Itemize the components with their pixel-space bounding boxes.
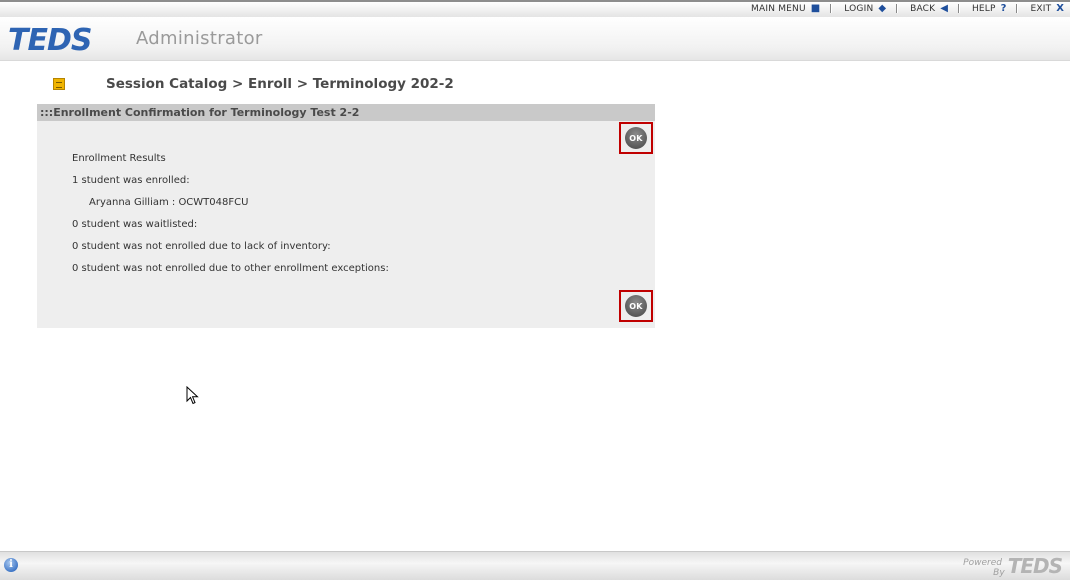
no-inventory-count: 0 student was not enrolled due to lack o…: [72, 241, 331, 252]
enrolled-count: 1 student was enrolled:: [72, 175, 190, 186]
back-arrow-icon: ◀: [940, 3, 948, 14]
main-menu-label: MAIN MENU: [751, 3, 806, 14]
nav-divider: [896, 4, 899, 13]
info-icon[interactable]: i: [4, 558, 18, 572]
help-icon: ?: [1000, 3, 1007, 14]
mouse-cursor-icon: [186, 386, 199, 405]
ok-button-bottom[interactable]: OK: [619, 290, 653, 322]
ok-button-label: OK: [625, 127, 647, 149]
breadcrumb: Session Catalog > Enroll > Terminology 2…: [106, 76, 454, 92]
footer-logo: TEDS: [1007, 554, 1063, 578]
login-label: LOGIN: [844, 3, 874, 14]
nav-divider: [830, 4, 833, 13]
close-icon: X: [1056, 3, 1064, 14]
back-label: BACK: [910, 3, 936, 14]
waitlisted-count: 0 student was waitlisted:: [72, 219, 198, 230]
help-link[interactable]: HELP ?: [972, 3, 1007, 14]
top-nav: MAIN MENU ■ LOGIN ◆ BACK ◀ HELP ? EXIT X: [751, 3, 1064, 14]
ok-button-label: OK: [625, 295, 647, 317]
login-link[interactable]: LOGIN ◆: [844, 3, 886, 14]
enrollment-results: Enrollment Results 1 student was enrolle…: [72, 153, 389, 285]
powered-by-text: Powered By: [963, 558, 1005, 578]
main-menu-icon: ■: [810, 3, 821, 14]
back-link[interactable]: BACK ◀: [910, 3, 948, 14]
exit-link[interactable]: EXIT X: [1030, 3, 1064, 14]
exit-label: EXIT: [1030, 3, 1052, 14]
powered-label: Powered: [963, 558, 1002, 568]
main-menu-link[interactable]: MAIN MENU ■: [751, 3, 820, 14]
top-nav-bar: MAIN MENU ■ LOGIN ◆ BACK ◀ HELP ? EXIT X: [0, 0, 1070, 17]
nav-divider: [957, 4, 960, 13]
login-icon: ◆: [878, 3, 887, 14]
ok-button-top[interactable]: OK: [619, 122, 653, 154]
app-header: TEDS Administrator: [0, 17, 1070, 61]
by-label: By: [993, 568, 1005, 578]
enrolled-student: Aryanna Gilliam : OCWT048FCU: [89, 197, 249, 208]
results-heading: Enrollment Results: [72, 153, 166, 164]
app-name: Administrator: [136, 28, 263, 49]
exceptions-count: 0 student was not enrolled due to other …: [72, 263, 389, 274]
panel-title: :::Enrollment Confirmation for Terminolo…: [37, 104, 655, 121]
enrollment-confirmation-panel: :::Enrollment Confirmation for Terminolo…: [37, 104, 655, 328]
powered-by-teds: Powered By TEDS: [963, 554, 1063, 578]
logo-text: TEDS: [8, 22, 92, 58]
catalog-icon: [53, 78, 65, 90]
teds-logo: TEDS: [8, 22, 92, 58]
app-footer: i Powered By TEDS: [0, 551, 1070, 580]
nav-divider: [1016, 4, 1019, 13]
help-label: HELP: [971, 3, 996, 14]
